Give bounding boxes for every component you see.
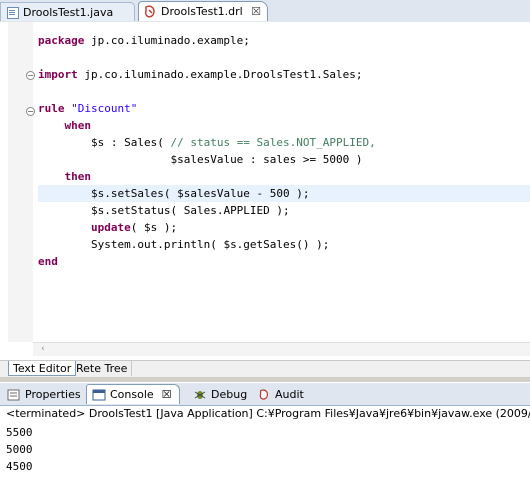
tab-rete-tree[interactable]: Rete Tree xyxy=(72,361,133,376)
editor-ruler xyxy=(8,22,33,342)
java-file-icon xyxy=(5,6,19,19)
tab-label: DroolsTest1.drl xyxy=(161,5,243,18)
tab-audit[interactable]: Audit xyxy=(252,385,308,404)
tab-text-editor[interactable]: Text Editor xyxy=(8,361,77,376)
console-icon xyxy=(92,389,106,400)
console-line: 5000 xyxy=(6,443,33,456)
console-output[interactable]: 5500 5000 4500 xyxy=(6,424,33,475)
tab-label: Audit xyxy=(275,388,304,401)
properties-icon xyxy=(7,389,20,400)
current-code-line: $s.setSales( $salesValue - 500 ); xyxy=(38,185,530,202)
code-line: $s.setStatus( Sales.APPLIED ); xyxy=(64,204,290,217)
code-line: package jp.co.iluminado.example; xyxy=(38,34,250,47)
code-line: end xyxy=(38,255,58,268)
tab-label: Debug xyxy=(211,388,248,401)
tab-drools-test-java[interactable]: DroolsTest1.java xyxy=(0,2,135,21)
code-line: then xyxy=(64,170,92,183)
audit-icon xyxy=(259,388,269,400)
code-line: $salesValue : sales >= 5000 ) xyxy=(64,153,363,166)
drools-rule-icon xyxy=(144,5,155,17)
fold-toggle-icon[interactable]: − xyxy=(26,71,35,80)
console-line: 5500 xyxy=(6,426,33,439)
scroll-left-icon[interactable]: ‹ xyxy=(41,344,45,354)
horizontal-scrollbar[interactable]: ‹ xyxy=(33,342,530,356)
fold-toggle-icon[interactable]: − xyxy=(26,107,35,116)
debug-icon xyxy=(194,390,206,399)
code-line: import jp.co.iluminado.example.DroolsTes… xyxy=(38,68,363,81)
tab-debug[interactable]: Debug xyxy=(188,385,250,404)
tab-label: Properties xyxy=(25,388,81,401)
tab-console[interactable]: Console ☒ xyxy=(86,384,180,404)
panel-divider[interactable] xyxy=(0,377,530,382)
code-line: when xyxy=(64,119,92,132)
code-line: System.out.println( $s.getSales() ); xyxy=(64,238,330,251)
drl-text-editor[interactable]: − − package jp.co.iluminado.example; imp… xyxy=(0,22,530,360)
tab-drools-test-drl[interactable]: DroolsTest1.drl ☒ xyxy=(138,1,268,21)
code-area[interactable]: package jp.co.iluminado.example; import … xyxy=(38,32,530,270)
view-tab-bar: Properties Console ☒ Debug Audit xyxy=(0,383,530,406)
code-line: rule "Discount" xyxy=(38,102,138,115)
editor-tab-bar: DroolsTest1.java DroolsTest1.drl ☒ xyxy=(0,0,530,23)
tab-label: DroolsTest1.java xyxy=(23,5,114,19)
close-icon[interactable]: ☒ xyxy=(251,5,261,18)
tab-label: Console xyxy=(110,388,154,401)
code-line: $s : Sales( // status == Sales.NOT_APPLI… xyxy=(64,136,376,149)
tab-properties[interactable]: Properties xyxy=(2,385,84,404)
close-icon[interactable]: ☒ xyxy=(162,388,172,401)
editor-page-tabs: Text Editor Rete Tree xyxy=(0,360,530,377)
console-status: <terminated> DroolsTest1 [Java Applicati… xyxy=(6,407,530,420)
console-line: 4500 xyxy=(6,460,33,473)
code-line: update( $s ); xyxy=(90,221,178,234)
